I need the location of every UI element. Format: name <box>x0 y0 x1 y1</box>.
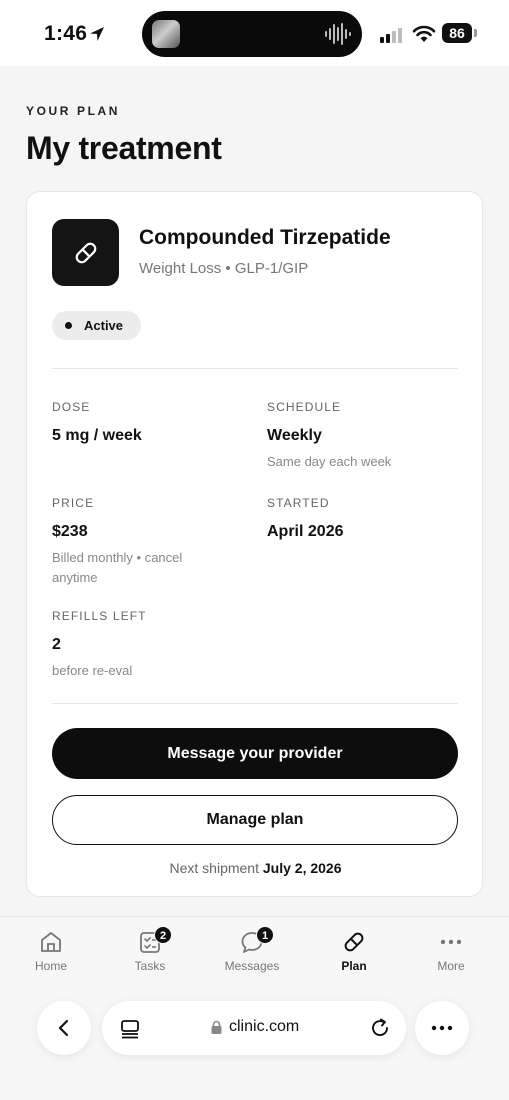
started-field: STARTED April 2026 <box>267 496 343 541</box>
tab-tasks[interactable]: 2 Tasks <box>110 926 190 973</box>
treatment-card: Compounded Tirzepatide Weight Loss • GLP… <box>26 191 483 897</box>
more-dots-icon <box>431 1025 453 1031</box>
refills-value: 2 <box>52 636 61 653</box>
now-playing-artwork <box>152 20 180 48</box>
dose-value: 5 mg / week <box>52 427 142 444</box>
refills-note: before re-eval <box>52 663 133 678</box>
next-shipment-label: Next shipment <box>169 860 259 876</box>
started-value: April 2026 <box>267 523 344 540</box>
schedule-note: Same day each week <box>267 454 392 469</box>
next-shipment-date: July 2, 2026 <box>262 860 342 876</box>
pill-icon <box>344 932 364 952</box>
section-eyebrow: YOUR PLAN <box>26 104 121 118</box>
tab-home-label: Home <box>34 959 67 973</box>
next-shipment: Next shipment July 2, 2026 <box>27 860 484 876</box>
status-badge: Active <box>52 311 141 340</box>
tab-more[interactable]: More <box>411 929 491 973</box>
tab-messages-label: Messages <box>224 959 280 973</box>
battery-nub <box>474 29 477 37</box>
dose-field: DOSE 5 mg / week <box>52 400 142 445</box>
started-label: STARTED <box>267 496 330 510</box>
divider <box>52 368 458 369</box>
more-dots-icon <box>440 939 462 945</box>
tab-messages[interactable]: 1 Messages <box>212 926 292 973</box>
dynamic-island[interactable] <box>142 11 362 57</box>
cellular-signal-icon <box>380 28 402 43</box>
browser-more-button[interactable] <box>415 1001 469 1055</box>
battery-indicator: 86 <box>442 23 472 43</box>
refills-label: REFILLS LEFT <box>52 609 147 623</box>
audio-waveform-icon <box>325 23 351 45</box>
dose-label: DOSE <box>52 400 91 414</box>
tasks-badge: 2 <box>154 926 172 944</box>
status-time: 1:46 <box>44 22 88 45</box>
browser-back-button[interactable] <box>37 1001 91 1055</box>
price-note: Billed monthly • cancel anytime <box>52 550 183 585</box>
messages-badge: 1 <box>256 926 274 944</box>
reload-icon[interactable] <box>369 1017 391 1039</box>
message-provider-button[interactable]: Message your provider <box>52 728 458 779</box>
schedule-value: Weekly <box>267 427 322 444</box>
browser-url: clinic.com <box>229 1018 300 1035</box>
price-field: PRICE $238 Billed monthly • cancel anyti… <box>52 496 212 588</box>
location-arrow-icon <box>90 27 104 41</box>
pill-icon <box>75 242 96 263</box>
status-badge-label: Active <box>84 318 124 333</box>
page-title: My treatment <box>26 130 222 166</box>
price-value: $238 <box>52 523 88 540</box>
tab-more-label: More <box>437 959 465 973</box>
tab-tasks-label: Tasks <box>134 959 166 973</box>
tab-plan[interactable]: Plan <box>314 929 394 973</box>
wifi-icon <box>412 25 436 42</box>
schedule-field: SCHEDULE Weekly Same day each week <box>267 400 391 472</box>
divider <box>52 703 458 704</box>
price-label: PRICE <box>52 496 95 510</box>
refills-field: REFILLS LEFT 2 before re-eval <box>52 609 147 681</box>
manage-plan-button[interactable]: Manage plan <box>52 795 458 845</box>
medication-name: Compounded Tirzepatide <box>139 226 391 249</box>
chevron-left-icon <box>58 1019 69 1037</box>
tab-overview-icon[interactable] <box>119 1018 141 1040</box>
status-dot <box>65 322 72 329</box>
status-bar: 1:46 86 <box>0 0 509 66</box>
tab-home[interactable]: Home <box>11 929 91 973</box>
home-icon <box>41 932 61 952</box>
medication-subtitle: Weight Loss • GLP-1/GIP <box>139 260 309 277</box>
lock-icon <box>211 1020 222 1034</box>
medication-tile <box>52 219 119 286</box>
tab-plan-label: Plan <box>341 959 367 973</box>
browser-address-bar[interactable]: clinic.com <box>102 1001 406 1055</box>
schedule-label: SCHEDULE <box>267 400 342 414</box>
